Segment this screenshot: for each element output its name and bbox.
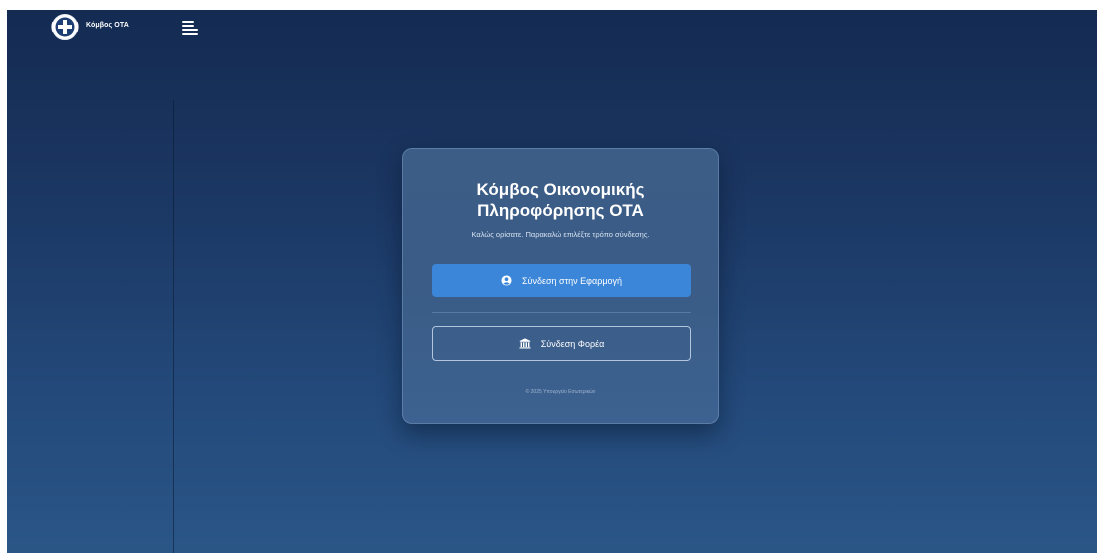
title-line-1: Κόμβος Οικονομικής [476, 180, 645, 199]
app-background: Κόμβος ΟΤΑ Κόμβος Οικονομικής Πληροφόρησ… [7, 10, 1097, 553]
welcome-subtitle: Καλώς ορίσατε. Παρακαλώ επιλέξτε τρόπο σ… [471, 230, 650, 239]
org-login-label: Σύνδεση Φορέα [540, 338, 605, 349]
top-navbar: Κόμβος ΟΤΑ [7, 10, 1097, 50]
app-login-label: Σύνδεση στην Εφαρμογή [521, 275, 623, 286]
institution-icon [519, 338, 531, 349]
copyright-footer: © 2025 Υπουργείο Εσωτερικών [525, 389, 596, 395]
page-title: Κόμβος Οικονομικής Πληροφόρησης ΟΤΑ [403, 179, 718, 221]
sidebar-divider [173, 100, 174, 553]
app-login-button[interactable]: Σύνδεση στην Εφαρμογή [432, 264, 691, 297]
menu-icon[interactable] [182, 21, 198, 35]
user-circle-icon [501, 275, 512, 286]
org-login-button[interactable]: Σύνδεση Φορέα [432, 326, 691, 361]
greek-cross-emblem-icon[interactable] [51, 13, 79, 41]
login-card: Κόμβος Οικονομικής Πληροφόρησης ΟΤΑ Καλώ… [402, 148, 719, 424]
divider [432, 312, 691, 313]
brand-name[interactable]: Κόμβος ΟΤΑ [86, 22, 129, 29]
title-line-2: Πληροφόρησης ΟΤΑ [477, 201, 644, 220]
